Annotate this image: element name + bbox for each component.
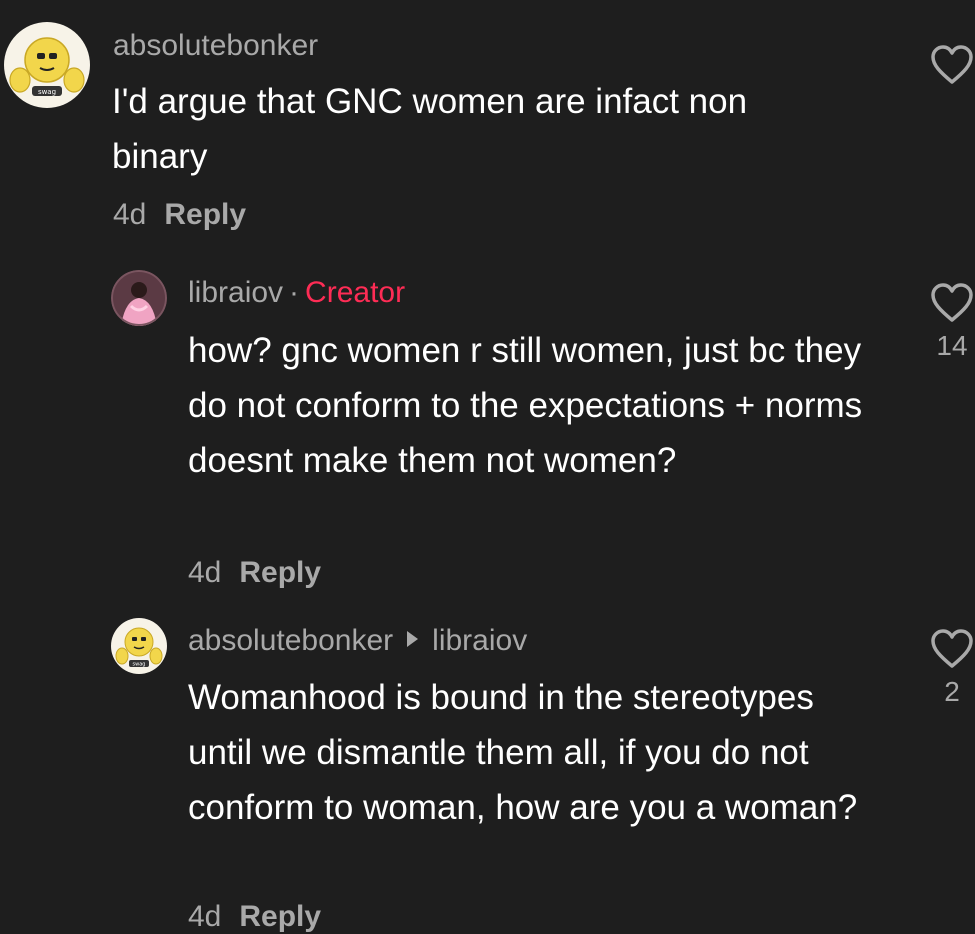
emoji-avatar-image: swag (111, 618, 167, 674)
comment-text: Womanhood is bound in the stereotypes un… (188, 678, 858, 827)
like-count: 14 (936, 330, 968, 361)
emoji-avatar-image: swag (4, 22, 90, 108)
swag-label: swag (133, 662, 146, 668)
play-triangle-icon (407, 631, 419, 647)
profile-photo-image (111, 270, 167, 326)
avatar[interactable] (111, 270, 167, 326)
username-separator: · (289, 276, 300, 309)
comment-username-line: libraiov · Creator (188, 276, 405, 310)
comment-meta: 4d Reply (113, 198, 246, 232)
heart-outline-icon (931, 45, 973, 84)
comment-age: 4d (113, 198, 147, 231)
like-button[interactable]: 2 (930, 628, 974, 708)
comment-username-line: absolutebonker (113, 29, 318, 63)
username-link[interactable]: libraiov (188, 276, 283, 309)
avatar[interactable]: swag (4, 22, 90, 108)
creator-badge: Creator (305, 276, 406, 309)
like-count: 2 (944, 676, 960, 707)
comment-text: I'd argue that GNC women are infact non … (112, 82, 748, 176)
comment-username-line: absolutebonker libraiov (188, 624, 527, 658)
reply-to-username[interactable]: libraiov (432, 624, 527, 657)
comment-meta: 4d Reply (188, 900, 321, 934)
comment-text: how? gnc women r still women, just bc th… (188, 331, 863, 480)
username-link[interactable]: absolutebonker (113, 29, 318, 62)
avatar[interactable]: swag (111, 618, 167, 674)
like-button[interactable] (930, 44, 974, 92)
reply-button[interactable]: Reply (164, 198, 246, 231)
heart-outline-icon (931, 629, 973, 668)
swag-label: swag (38, 88, 56, 96)
comment-meta: 4d Reply (188, 556, 321, 590)
heart-outline-icon (931, 283, 973, 322)
like-button[interactable]: 14 (930, 282, 974, 362)
reply-button[interactable]: Reply (239, 556, 321, 589)
username-link[interactable]: absolutebonker (188, 624, 393, 657)
comment-age: 4d (188, 556, 222, 589)
